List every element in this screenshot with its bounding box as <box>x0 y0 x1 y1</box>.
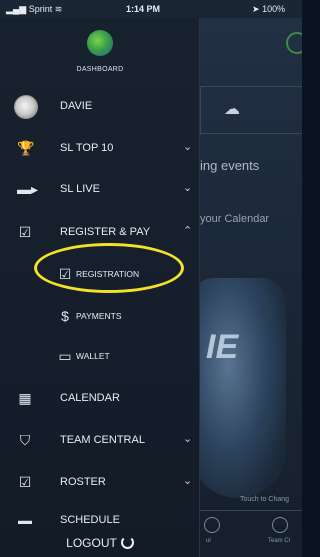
team-logo-lettering: IE <box>206 328 239 366</box>
team-tab-icon[interactable] <box>272 517 288 533</box>
menu-item-label: SL LIVE <box>60 183 100 195</box>
menu-item-calendar[interactable]: ▦ CALENDAR <box>0 378 200 418</box>
wifi-icon: ≋ <box>54 4 63 14</box>
chevron-down-icon: ⌄ <box>183 475 193 487</box>
navigation-drawer: DASHBOARD DAVIE 🏆 SL TOP 10 ⌄ ▬▸ SL LIVE… <box>0 18 200 557</box>
menu-item-label: REGISTER & PAY <box>60 226 151 238</box>
logout-label: LOGOUT <box>66 536 117 550</box>
dashboard-label[interactable]: DASHBOARD <box>0 66 200 73</box>
status-bar: ▂▄▆ Sprint ≋ 1:14 PM ➤ 100% <box>0 0 302 18</box>
background-app: ☁ ing events your Calendar IE Touch to C… <box>190 18 302 557</box>
signal-icon: ▂▄▆ <box>6 4 29 14</box>
menu-item-profile[interactable]: DAVIE <box>0 86 200 126</box>
top-right-button[interactable] <box>286 32 302 54</box>
avatar <box>14 95 38 119</box>
shield-icon: ⛉ <box>19 432 31 448</box>
menu-item-label: ROSTER <box>60 476 106 488</box>
menu-item-sl-top-10[interactable]: 🏆 SL TOP 10 ⌄ <box>0 128 200 168</box>
background-tabs: ☁ <box>200 86 302 135</box>
clock: 1:14 PM <box>126 4 161 14</box>
screen: ▂▄▆ Sprint ≋ 1:14 PM ➤ 100% ☁ ing events… <box>0 0 302 557</box>
menu-item-label: DAVIE <box>60 100 93 112</box>
power-icon <box>120 536 134 549</box>
menu-item-team-central[interactable]: ⛉ TEAM CENTRAL ⌄ <box>0 420 200 460</box>
team-shield-image <box>190 278 286 498</box>
chevron-up-icon: ⌃ <box>183 225 193 237</box>
menu-item-payments[interactable]: $ PAYMENTS <box>0 296 200 336</box>
video-icon: ▬▸ <box>17 181 39 197</box>
location-icon: ➤ <box>252 4 260 14</box>
menu-item-label: SCHEDULE <box>60 514 120 524</box>
menu-item-label: PAYMENTS <box>76 311 122 321</box>
menu-item-label: CALENDAR <box>60 392 120 404</box>
app-logo-icon[interactable] <box>87 30 113 56</box>
schedule-icon: ▬ <box>18 512 32 524</box>
carrier-label: ▂▄▆ Sprint ≋ <box>6 4 63 14</box>
menu-item-label: SL TOP 10 <box>60 142 114 154</box>
chevron-down-icon: ⌄ <box>183 182 193 194</box>
card-icon: ▭ <box>58 348 72 364</box>
menu-item-sl-live[interactable]: ▬▸ SL LIVE ⌄ <box>0 169 200 209</box>
logout-button[interactable]: LOGOUT <box>0 536 200 550</box>
dollar-icon: $ <box>61 308 69 324</box>
highlight-circle <box>34 243 184 293</box>
checklist-icon: ☑ <box>18 474 32 490</box>
chevron-down-icon: ⌄ <box>183 433 193 445</box>
touch-to-change-text: Touch to Chang <box>240 496 290 503</box>
menu-item-label: TEAM CENTRAL <box>60 434 145 446</box>
calendar-text: your Calendar <box>200 213 270 225</box>
menu-item-label: WALLET <box>76 351 110 361</box>
events-text: ing events <box>200 158 260 173</box>
menu-item-wallet[interactable]: ▭ WALLET <box>0 336 200 376</box>
menu-item-roster[interactable]: ☑ ROSTER ⌄ <box>0 462 200 502</box>
checklist-icon: ☑ <box>18 224 32 240</box>
background-bottom-bar: ul Team Cl <box>200 510 302 557</box>
bottom-tab-label: ul <box>206 538 211 544</box>
battery-label: ➤ 100% <box>252 4 286 14</box>
bottom-tab-icon[interactable] <box>204 517 220 533</box>
calendar-icon: ▦ <box>18 390 32 406</box>
trophy-icon: 🏆 <box>17 140 35 156</box>
team-tab-label: Team Cl <box>268 538 291 544</box>
chevron-down-icon: ⌄ <box>183 141 193 153</box>
menu-item-schedule[interactable]: ▬ SCHEDULE <box>0 500 200 524</box>
weather-icon[interactable]: ☁ <box>224 99 240 119</box>
